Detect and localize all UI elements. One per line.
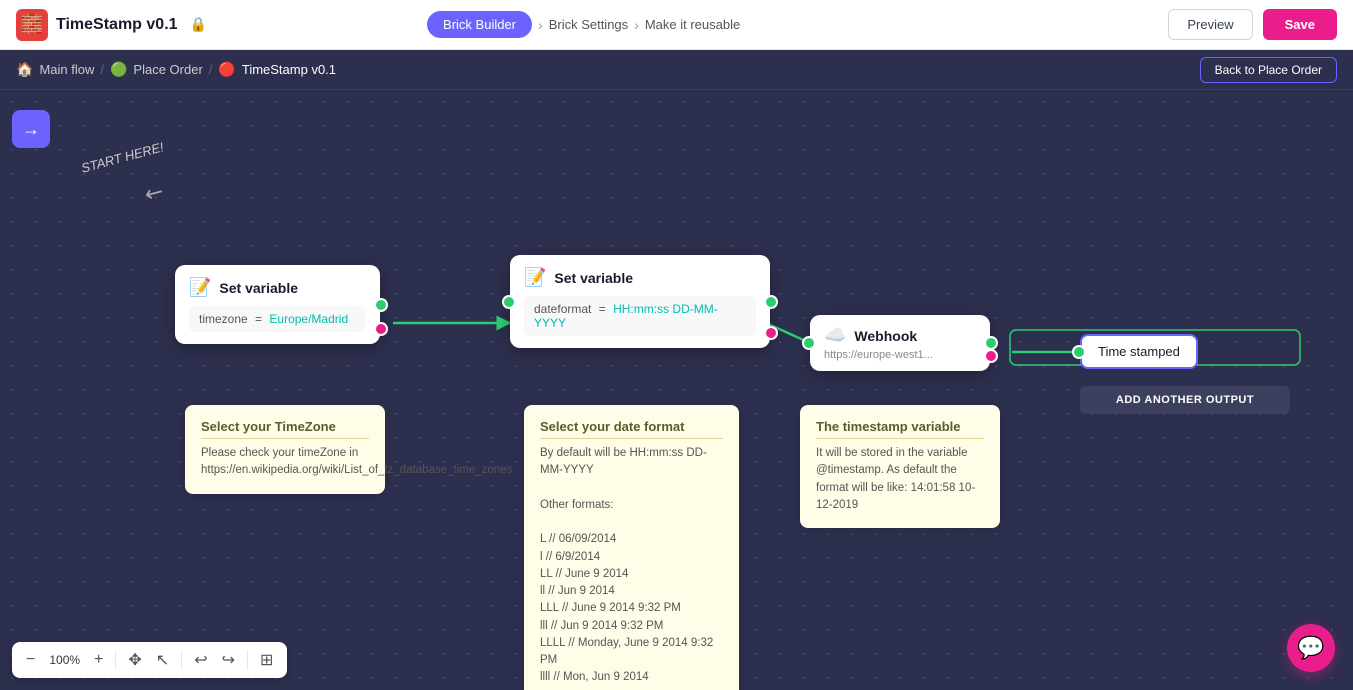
add-another-output-button[interactable]: ADD ANOTHER OUTPUT xyxy=(1080,386,1290,414)
toolbar-divider-2 xyxy=(181,650,182,670)
webhook-header: ☁️ Webhook xyxy=(824,325,976,346)
nav-brick-settings[interactable]: Brick Settings xyxy=(549,17,628,32)
node-2-var: dateformat xyxy=(534,302,591,316)
breadcrumb-current-icon: 🔴 xyxy=(218,61,235,78)
tooltip-timezone-body: Please check your timeZone in https://en… xyxy=(201,445,369,480)
chat-button[interactable]: 💬 xyxy=(1287,624,1335,672)
topbar-actions: Preview Save xyxy=(1168,9,1337,40)
logo-icon: 🧱 xyxy=(16,9,48,41)
back-to-place-order-button[interactable]: Back to Place Order xyxy=(1200,57,1337,83)
breadcrumb-home-icon: 🏠 xyxy=(16,61,33,78)
lock-icon: 🔒 xyxy=(190,16,207,33)
webhook-icon: ☁️ xyxy=(824,325,846,346)
tooltip-timestamp-var-title: The timestamp variable xyxy=(816,419,984,439)
topbar: 🧱 TimeStamp v0.1 🔒 Brick Builder › Brick… xyxy=(0,0,1353,50)
topbar-nav: Brick Builder › Brick Settings › Make it… xyxy=(427,11,740,38)
webhook-title: Webhook xyxy=(854,328,917,344)
webhook-dot-pink xyxy=(984,349,998,363)
undo-button[interactable]: ↩ xyxy=(190,648,211,672)
node-1-var: timezone xyxy=(199,312,248,326)
canvas[interactable]: → START HERE! ↙ 📝 Set variable timezone … xyxy=(0,90,1353,690)
cursor-tool-button[interactable]: ↖ xyxy=(152,648,173,672)
tooltip-timestamp-var-body: It will be stored in the variable @times… xyxy=(816,445,984,514)
app-logo: 🧱 TimeStamp v0.1 🔒 xyxy=(16,9,207,41)
node-2-dot-pink xyxy=(764,326,778,340)
nav-brick-builder[interactable]: Brick Builder xyxy=(427,11,532,38)
nav-chevron-2: › xyxy=(634,17,639,33)
toolbar-divider-1 xyxy=(115,650,116,670)
node-1-body: timezone = Europe/Madrid xyxy=(189,306,366,332)
chat-icon: 💬 xyxy=(1297,635,1324,661)
start-here-label: START HERE! xyxy=(80,139,166,175)
breadcrumb-place-order-icon: 🟢 xyxy=(110,61,127,78)
node-2-dot-green-out xyxy=(764,295,778,309)
zoom-label: 100% xyxy=(45,653,84,667)
tooltip-timezone: Select your TimeZone Please check your t… xyxy=(185,405,385,494)
node-1-dot-pink xyxy=(374,322,388,336)
zoom-out-button[interactable]: − xyxy=(22,649,39,671)
nav-chevron-1: › xyxy=(538,17,543,33)
node-2-dot-green-in xyxy=(502,295,516,309)
node-1-title: Set variable xyxy=(219,280,298,296)
nav-make-reusable[interactable]: Make it reusable xyxy=(645,17,740,32)
breadcrumb-place-order[interactable]: Place Order xyxy=(133,62,202,77)
node-1-icon: 📝 xyxy=(189,277,211,298)
output-node[interactable]: Time stamped xyxy=(1080,334,1198,369)
node-2-body: dateformat = HH:mm:ss DD-MM-YYYY xyxy=(524,296,756,336)
node-1-val: Europe/Madrid xyxy=(269,312,348,326)
start-here-arrow: ↙ xyxy=(140,177,169,209)
move-tool-button[interactable]: ✥ xyxy=(124,648,145,672)
zoom-in-button[interactable]: + xyxy=(90,649,107,671)
webhook-dot-green-out xyxy=(984,336,998,350)
node-2-icon: 📝 xyxy=(524,267,546,288)
save-button[interactable]: Save xyxy=(1263,9,1337,40)
tooltip-timestamp-var: The timestamp variable It will be stored… xyxy=(800,405,1000,528)
breadcrumb-bar: 🏠 Main flow / 🟢 Place Order / 🔴 TimeStam… xyxy=(0,50,1353,90)
breadcrumb: 🏠 Main flow / 🟢 Place Order / 🔴 TimeStam… xyxy=(16,61,336,78)
preview-button[interactable]: Preview xyxy=(1168,9,1252,40)
node-2-title: Set variable xyxy=(554,270,633,286)
set-variable-node-2[interactable]: 📝 Set variable dateformat = HH:mm:ss DD-… xyxy=(510,255,770,348)
tooltip-timezone-title: Select your TimeZone xyxy=(201,419,369,439)
output-label: Time stamped xyxy=(1098,344,1180,359)
bottom-toolbar: − 100% + ✥ ↖ ↩ ↪ ⊞ xyxy=(12,642,287,678)
grid-button[interactable]: ⊞ xyxy=(256,648,277,672)
breadcrumb-current: TimeStamp v0.1 xyxy=(242,62,336,77)
output-dot-green-in xyxy=(1072,345,1086,359)
node-2-header: 📝 Set variable xyxy=(524,267,756,288)
sidebar-toggle[interactable]: → xyxy=(12,110,50,148)
webhook-url: https://europe-west1... xyxy=(824,349,976,361)
node-1-header: 📝 Set variable xyxy=(189,277,366,298)
set-variable-node-1[interactable]: 📝 Set variable timezone = Europe/Madrid xyxy=(175,265,380,344)
tooltip-date-format: Select your date format By default will … xyxy=(524,405,739,690)
toolbar-divider-3 xyxy=(247,650,248,670)
sidebar-arrow-icon: → xyxy=(22,119,40,140)
breadcrumb-main-flow[interactable]: Main flow xyxy=(39,62,94,77)
redo-button[interactable]: ↪ xyxy=(218,648,239,672)
app-title: TimeStamp v0.1 xyxy=(56,16,178,34)
webhook-node[interactable]: ☁️ Webhook https://europe-west1... xyxy=(810,315,990,371)
webhook-dot-green-in xyxy=(802,336,816,350)
tooltip-date-format-title: Select your date format xyxy=(540,419,723,439)
node-1-dot-green-out xyxy=(374,298,388,312)
tooltip-date-format-body: By default will be HH:mm:ss DD-MM-YYYY O… xyxy=(540,445,723,687)
